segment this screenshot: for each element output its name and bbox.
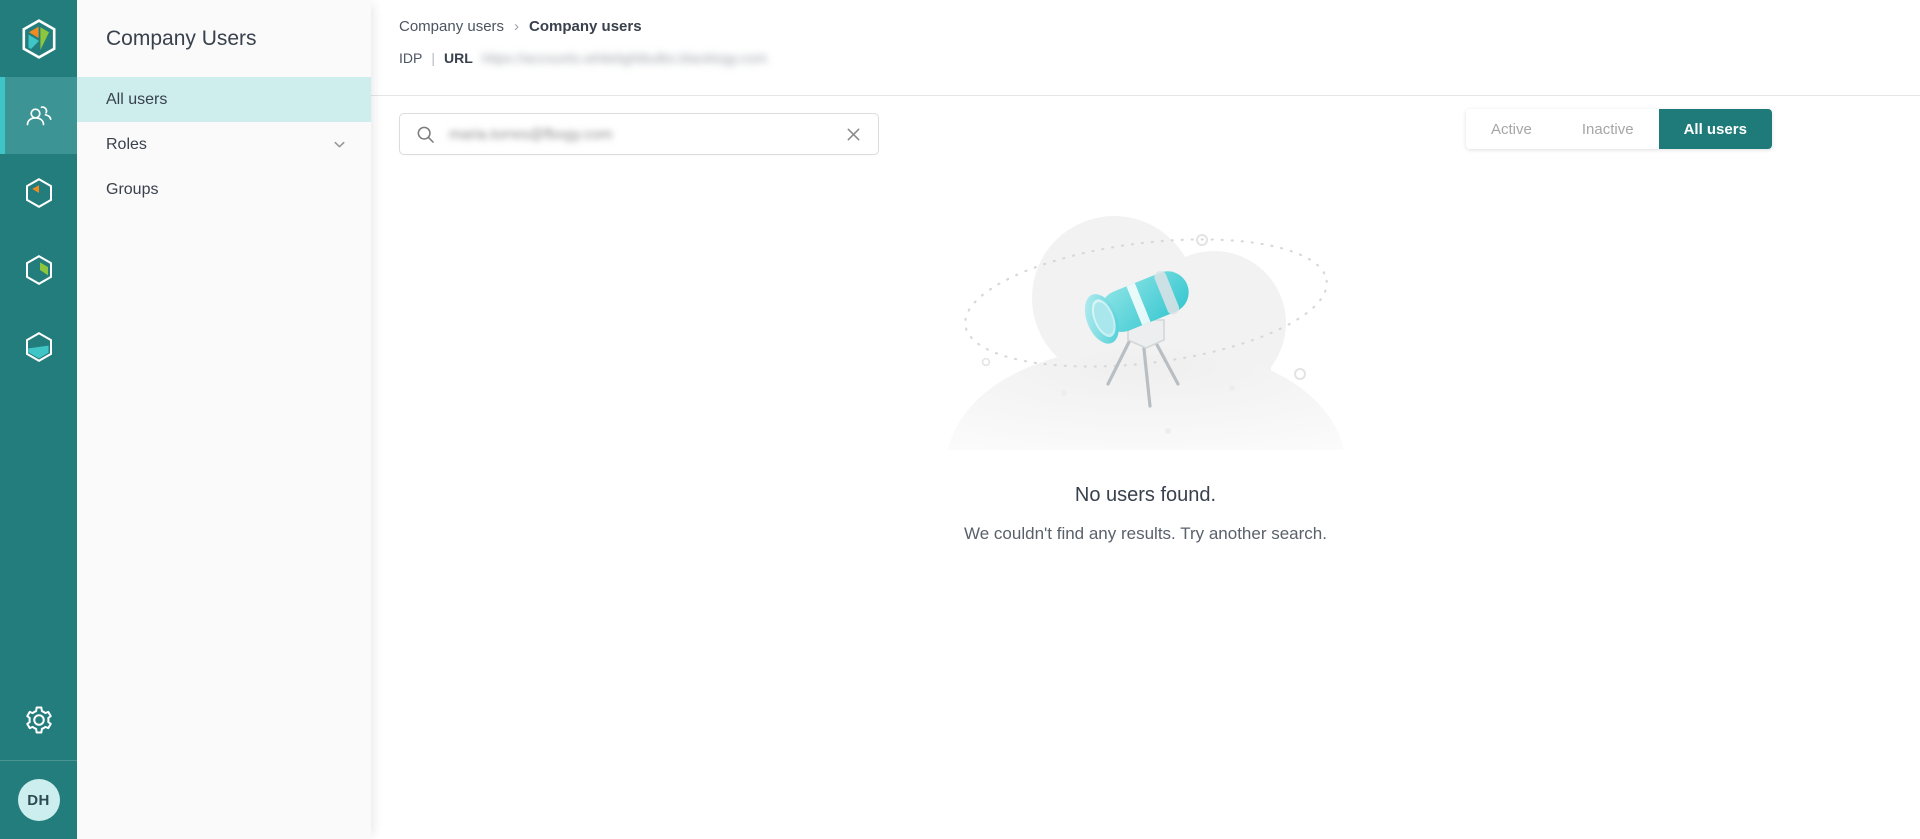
empty-state-title: No users found. <box>1074 484 1217 506</box>
breadcrumb-current: Company users <box>529 18 642 35</box>
app-root: DH Company Users All users Roles Groups … <box>0 0 1920 839</box>
filter-active[interactable]: Active <box>1466 109 1557 149</box>
main-content: Company users › Company users IDP | URL … <box>371 0 1920 839</box>
icon-rail: DH <box>0 0 77 839</box>
hexagon-orange-icon <box>25 177 52 208</box>
hexagon-logo-icon <box>22 18 55 59</box>
empty-state-subtitle: We couldn't find any results. Try anothe… <box>964 524 1327 543</box>
breadcrumb-separator-icon: › <box>514 18 520 35</box>
rail-item-modules[interactable] <box>0 308 77 385</box>
secondary-sidebar: Company Users All users Roles Groups <box>77 0 371 839</box>
search-input[interactable]: maria.torres@fbogy.com <box>399 113 879 155</box>
page-title: Company Users <box>106 26 257 50</box>
url-label: URL <box>443 50 473 66</box>
sidebar-item-label: Groups <box>106 180 159 198</box>
users-icon <box>26 105 52 125</box>
avatar-wrap: DH <box>0 761 77 839</box>
breadcrumb: Company users › Company users <box>399 18 642 35</box>
avatar[interactable]: DH <box>17 779 60 821</box>
chevron-down-icon <box>332 137 347 152</box>
rail-spacer <box>0 385 77 680</box>
top-header: Company users › Company users IDP | URL … <box>371 0 1920 96</box>
filter-all-users[interactable]: All users <box>1658 109 1772 149</box>
gear-icon <box>25 706 52 734</box>
hexagon-teal-icon <box>25 331 52 362</box>
idp-url-row: IDP | URL https://accounts.whitelightbul… <box>399 50 767 66</box>
idp-url-divider: | <box>431 50 435 66</box>
telescope-illustration <box>947 216 1344 450</box>
sidebar-item-label: All users <box>106 90 168 108</box>
sidebar-item-groups[interactable]: Groups <box>77 167 371 212</box>
settings-button[interactable] <box>0 680 77 760</box>
sidebar-item-roles[interactable]: Roles <box>77 122 371 167</box>
url-value: https://accounts.whitelightbulbs.blacklo… <box>481 50 768 66</box>
rail-item-apps[interactable] <box>0 154 77 231</box>
empty-state: No users found. We couldn't find any res… <box>371 188 1920 544</box>
sidebar-item-all-users[interactable]: All users <box>77 77 371 122</box>
hexagon-green-icon <box>25 254 52 285</box>
search-input-value: maria.torres@fbogy.com <box>449 125 613 143</box>
app-logo[interactable] <box>0 0 77 77</box>
filter-inactive[interactable]: Inactive <box>1556 109 1659 149</box>
clear-search-button[interactable] <box>840 121 866 147</box>
status-filter-group: Active Inactive All users <box>1466 109 1772 149</box>
idp-label: IDP <box>399 50 423 66</box>
sidebar-item-label: Roles <box>106 135 147 153</box>
rail-item-users[interactable] <box>0 77 77 154</box>
rail-item-reports[interactable] <box>0 231 77 308</box>
toolbar: maria.torres@fbogy.com Active Inactive A… <box>371 96 1920 188</box>
breadcrumb-parent[interactable]: Company users <box>399 18 504 35</box>
search-icon <box>416 125 435 144</box>
